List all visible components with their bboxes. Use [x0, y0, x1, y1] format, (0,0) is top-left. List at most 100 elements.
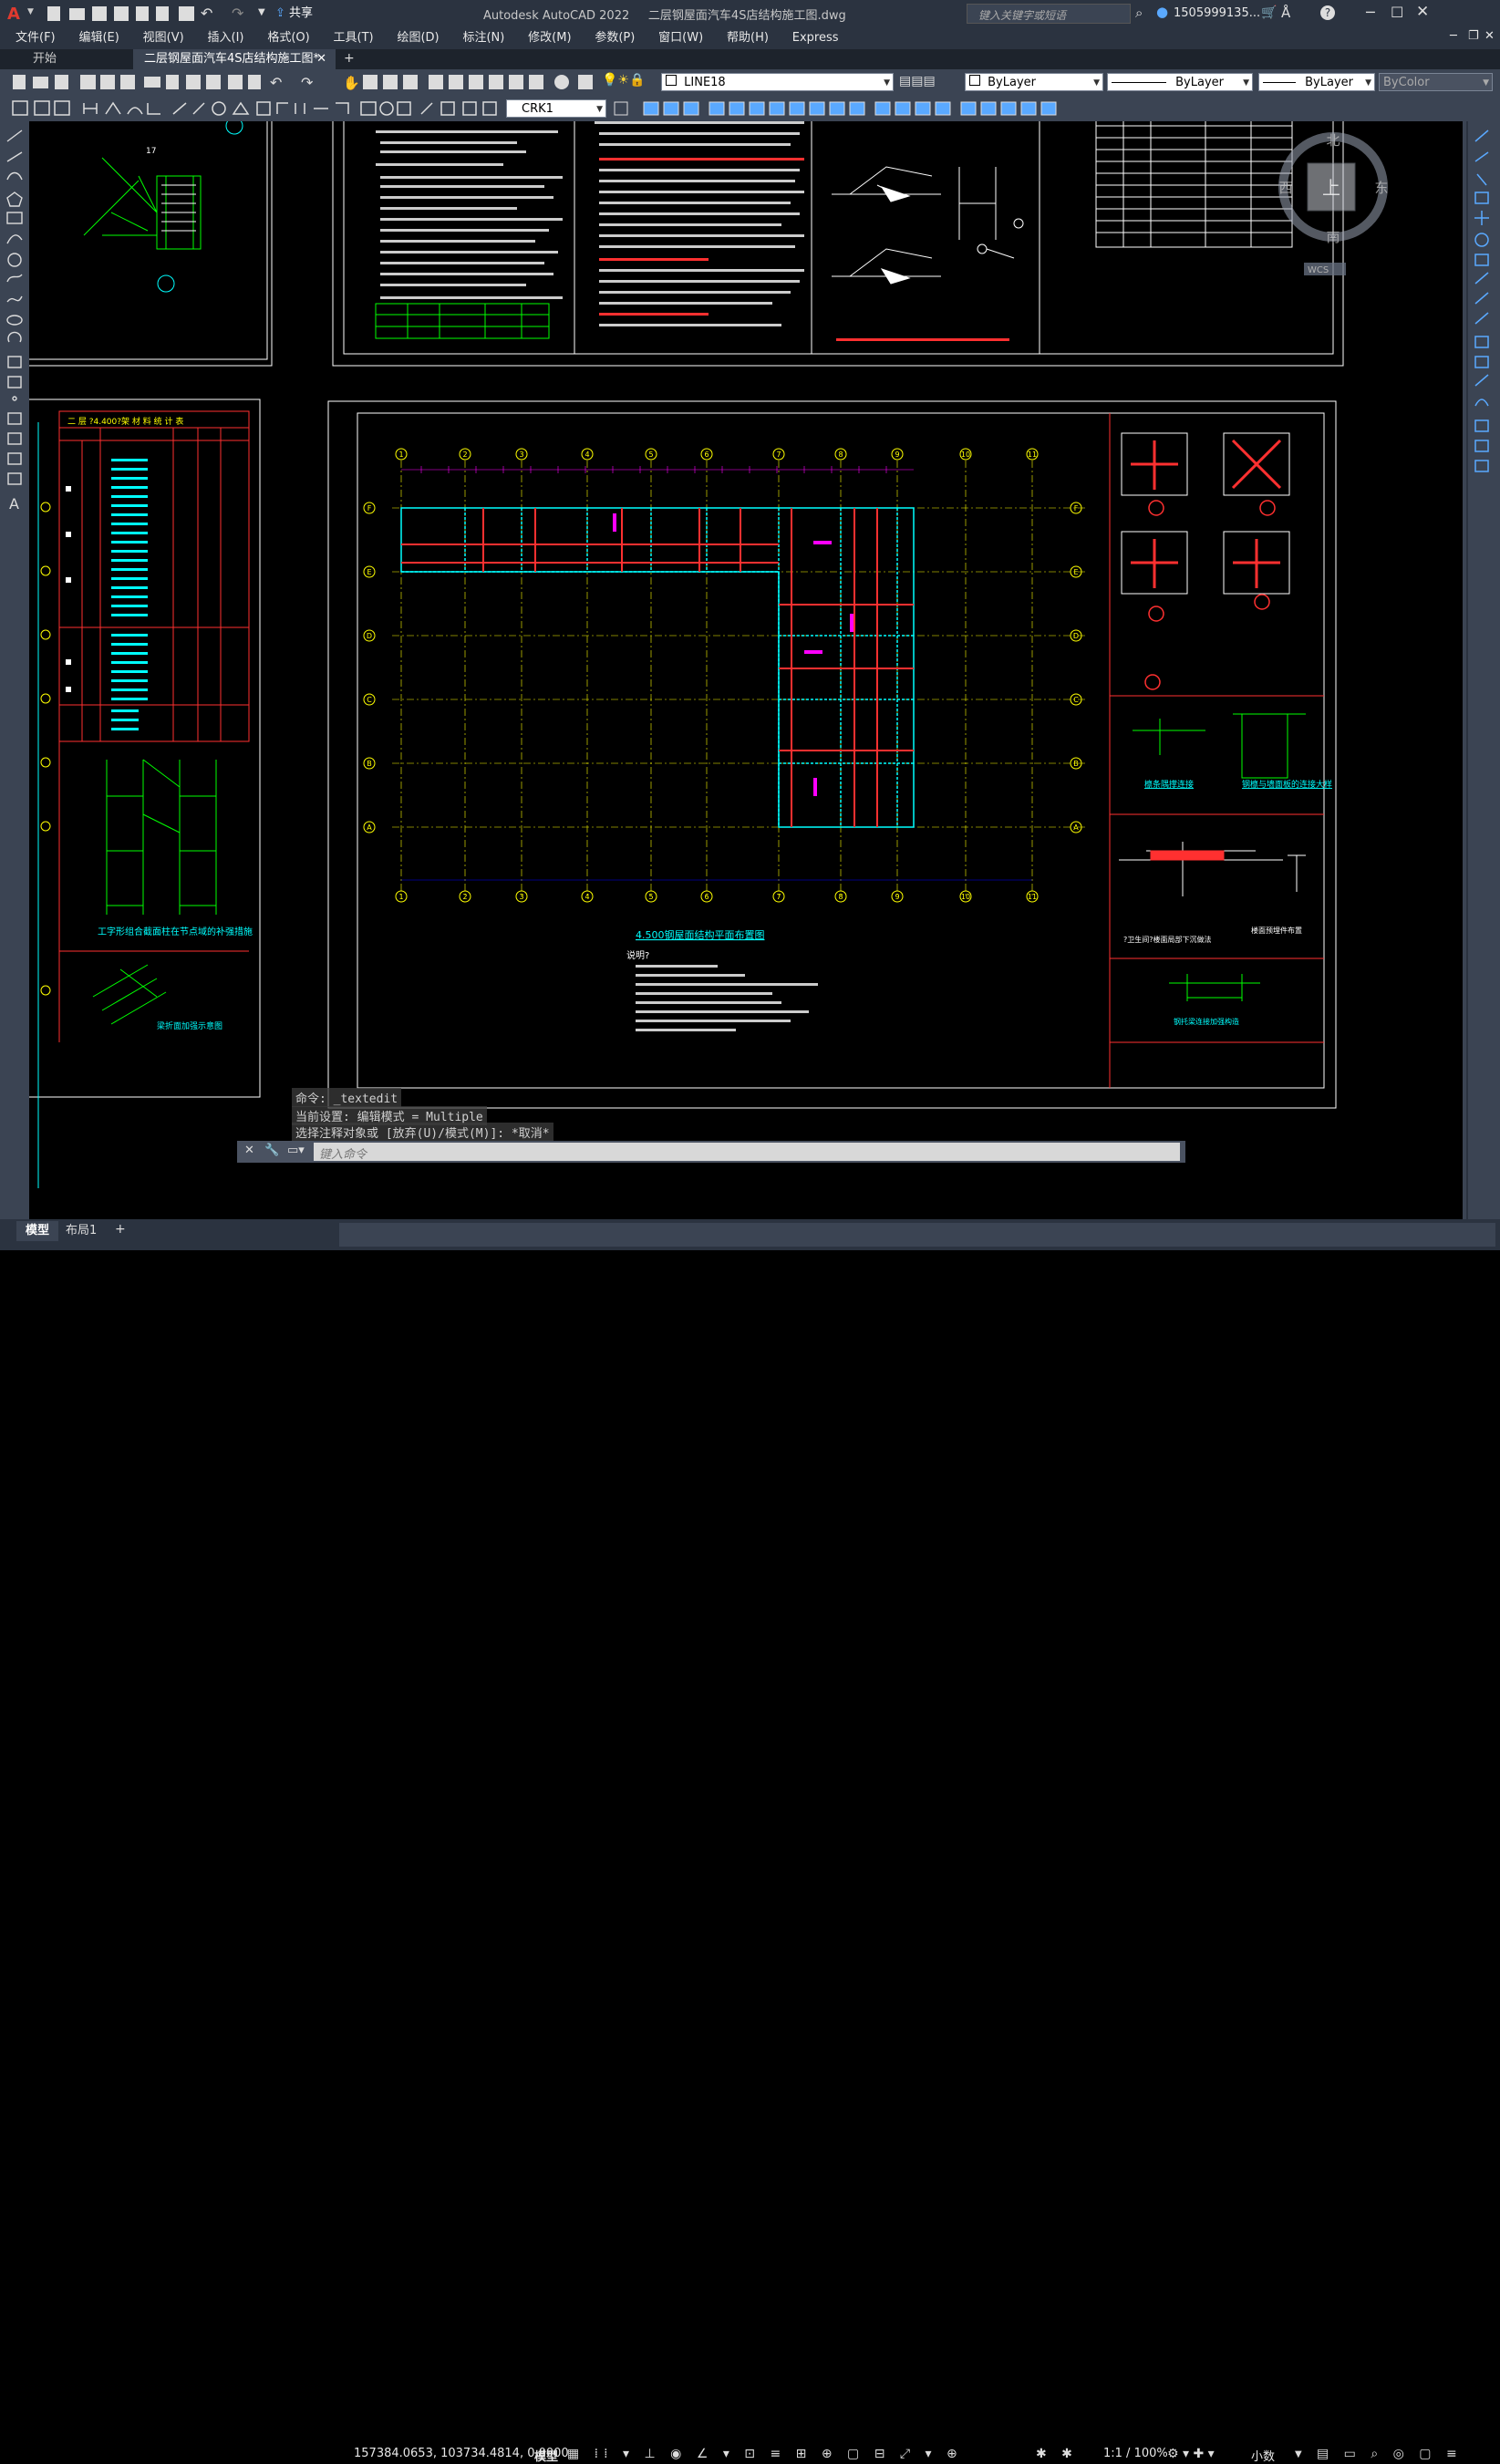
- standard-toolbar: ↶ ↷ ✋ 💡☀🔒 LINE18 ▼ ▤▤▤ ByLayer ▼ ByLayer …: [0, 69, 1500, 96]
- svg-text:A: A: [367, 823, 372, 832]
- workspace-gear-icon[interactable]: ⚙ ▾ ✚ ▾: [1167, 2447, 1215, 2461]
- command-close-icon[interactable]: ✕: [244, 1144, 254, 1157]
- modify-tool-icons[interactable]: [1470, 121, 1499, 595]
- svg-text:1: 1: [398, 893, 403, 901]
- svg-text:10: 10: [961, 893, 970, 901]
- chevron-down-icon: ▼: [1483, 78, 1489, 88]
- tab-active-drawing[interactable]: 二层钢屋面汽车4S店结构施工图* ✕: [133, 49, 336, 69]
- lineweight-dropdown[interactable]: ByLayer ▼: [1258, 73, 1375, 91]
- plot-icon[interactable]: [179, 6, 194, 21]
- tab-layout1[interactable]: 布局1: [66, 1221, 97, 1241]
- open-file-icon[interactable]: [69, 8, 85, 20]
- search-box[interactable]: 键入关键字或短语: [967, 4, 1131, 24]
- user-name[interactable]: 1505999135...: [1174, 6, 1260, 20]
- save-as-icon[interactable]: [114, 6, 129, 21]
- dimstyle-dropdown[interactable]: CRK1 ▼: [506, 99, 606, 118]
- menu-window[interactable]: 窗口(W): [648, 27, 713, 49]
- layer-state-icons[interactable]: 💡☀🔒: [602, 73, 645, 88]
- status-bar: 模型 布局1 + 157384.0653, 103734.4814, 0.000…: [0, 1219, 1500, 2464]
- svg-text:F: F: [1074, 504, 1079, 512]
- color-dropdown[interactable]: ByLayer ▼: [965, 73, 1103, 91]
- weld-details: [832, 166, 1024, 285]
- minimize-icon[interactable]: ─: [1366, 4, 1375, 21]
- wcs-badge: WCS: [1304, 263, 1346, 275]
- column-detail: [58, 740, 249, 1042]
- search-icon[interactable]: ⌕: [1135, 5, 1143, 21]
- autodesk-a360-icon[interactable]: Å: [1281, 5, 1290, 21]
- grid-bubble-labels: 12 34 56 78 9 10 11 12 34 56 78 9 10 11 FE…: [367, 450, 1079, 901]
- new-file-icon[interactable]: [47, 6, 60, 21]
- plan-title: 4.500钢屋面结构平面布置图: [636, 928, 765, 941]
- file-title: 二层钢屋面汽车4S店结构施工图.dwg: [647, 9, 846, 23]
- grid-bubbles: [363, 448, 1082, 903]
- menu-bar: 文件(F) 编辑(E) 视图(V) 插入(I) 格式(O) 工具(T) 绘图(D…: [0, 27, 1500, 49]
- menu-express[interactable]: Express: [782, 27, 849, 49]
- doc-close-icon[interactable]: ✕: [1484, 29, 1495, 43]
- plotstyle-dropdown: ByColor ▼: [1379, 73, 1493, 91]
- draw-tool-icons[interactable]: A: [0, 121, 29, 523]
- menu-modify[interactable]: 修改(M): [518, 27, 581, 49]
- user-icon[interactable]: ●: [1156, 4, 1168, 20]
- share-button[interactable]: ⇪ 共享: [272, 5, 316, 23]
- doc-minimize-icon[interactable]: ─: [1450, 29, 1457, 43]
- save-web-icon[interactable]: [156, 6, 169, 21]
- annotation-icons[interactable]: ✱ ✱: [1036, 2447, 1078, 2461]
- command-prompt-icon[interactable]: ▭▾: [287, 1144, 305, 1157]
- menu-format[interactable]: 格式(O): [257, 27, 319, 49]
- menu-view[interactable]: 视图(V): [133, 27, 194, 49]
- notes-heading: 说明?: [626, 949, 649, 961]
- svg-text:B: B: [367, 760, 372, 768]
- add-layout-button[interactable]: +: [115, 1222, 126, 1237]
- menu-dimension[interactable]: 标注(N): [452, 27, 514, 49]
- linetype-sample: [1112, 82, 1166, 83]
- menu-draw[interactable]: 绘图(D): [387, 27, 449, 49]
- units-selector[interactable]: 小数: [1251, 2447, 1275, 2464]
- undo-icon[interactable]: ↶: [201, 5, 212, 22]
- save-icon[interactable]: [92, 6, 107, 21]
- menu-tools[interactable]: 工具(T): [324, 27, 384, 49]
- layer-tools-icons[interactable]: ▤▤▤: [899, 74, 936, 88]
- close-icon[interactable]: ✕: [1416, 3, 1429, 21]
- notes-text-block-1: [376, 130, 563, 299]
- svg-text:4: 4: [584, 893, 589, 901]
- status-right-icons[interactable]: ▤ ▭ ⌕ ◎ ▢ ≡: [1317, 2447, 1463, 2461]
- right-detail-title-4: 楼面预埋件布置: [1251, 926, 1302, 935]
- command-input[interactable]: 键入命令: [314, 1143, 1180, 1162]
- status-toggle-icons[interactable]: ▦ ⁞⁞ ▾ ⊥ ◉ ∠ ▾ ⊡ ≡ ⊞ ⊕ ▢ ⊟ ⤢ ▾ ⊕: [567, 2447, 963, 2461]
- maximize-icon[interactable]: ☐: [1391, 4, 1403, 21]
- svg-text:✋: ✋: [343, 75, 360, 91]
- annotation-scale[interactable]: 1:1 / 100%: [1103, 2447, 1168, 2460]
- svg-text:4: 4: [584, 450, 589, 459]
- right-detail-bubbles: [1144, 500, 1276, 690]
- left-axis-bubbles: [37, 422, 51, 1188]
- menu-insert[interactable]: 插入(I): [198, 27, 254, 49]
- layer-dropdown[interactable]: LINE18 ▼: [661, 73, 894, 91]
- menu-help[interactable]: 帮助(H): [717, 27, 779, 49]
- column-detail-title: 工字形组合截面柱在节点域的补强措施: [98, 926, 253, 937]
- svg-text:3: 3: [519, 893, 523, 901]
- doc-restore-icon[interactable]: ❐: [1468, 29, 1479, 43]
- autocad-logo-icon[interactable]: A: [7, 5, 26, 24]
- units-chevron-icon[interactable]: ▼: [1295, 2449, 1302, 2459]
- right-detail-title-2: 钢檩与墙面板的连接大样: [1242, 779, 1332, 790]
- tab-start[interactable]: 开始: [20, 49, 129, 69]
- qat-customize-icon[interactable]: ▼: [258, 7, 265, 17]
- menu-parametric[interactable]: 参数(P): [584, 27, 645, 49]
- menu-edit[interactable]: 编辑(E): [68, 27, 129, 49]
- help-icon[interactable]: ?: [1320, 5, 1335, 20]
- app-menu-chevron-icon[interactable]: ▼: [27, 7, 34, 16]
- menu-file[interactable]: 文件(F): [5, 27, 66, 49]
- tab-model[interactable]: 模型: [16, 1221, 58, 1241]
- tab-close-icon[interactable]: ✕: [316, 49, 326, 69]
- drawing-canvas[interactable]: 17 二 层 ?4.400?架 材 料 统 计 表 工字形组合截面柱在节点域的补…: [29, 121, 1463, 1219]
- linetype-dropdown[interactable]: ByLayer ▼: [1107, 73, 1253, 91]
- open-web-icon[interactable]: [136, 6, 149, 21]
- command-placeholder: 键入命令: [319, 1148, 367, 1162]
- right-detail-title-1: 檩条隅撑连接: [1144, 779, 1194, 790]
- redo-icon[interactable]: ↷: [232, 5, 243, 22]
- new-tab-button[interactable]: +: [344, 51, 355, 66]
- command-customize-icon[interactable]: 🔧: [264, 1144, 279, 1157]
- svg-text:2: 2: [462, 450, 467, 459]
- model-space-toggle[interactable]: 模型: [534, 2447, 558, 2464]
- cart-icon[interactable]: 🛒: [1261, 5, 1277, 20]
